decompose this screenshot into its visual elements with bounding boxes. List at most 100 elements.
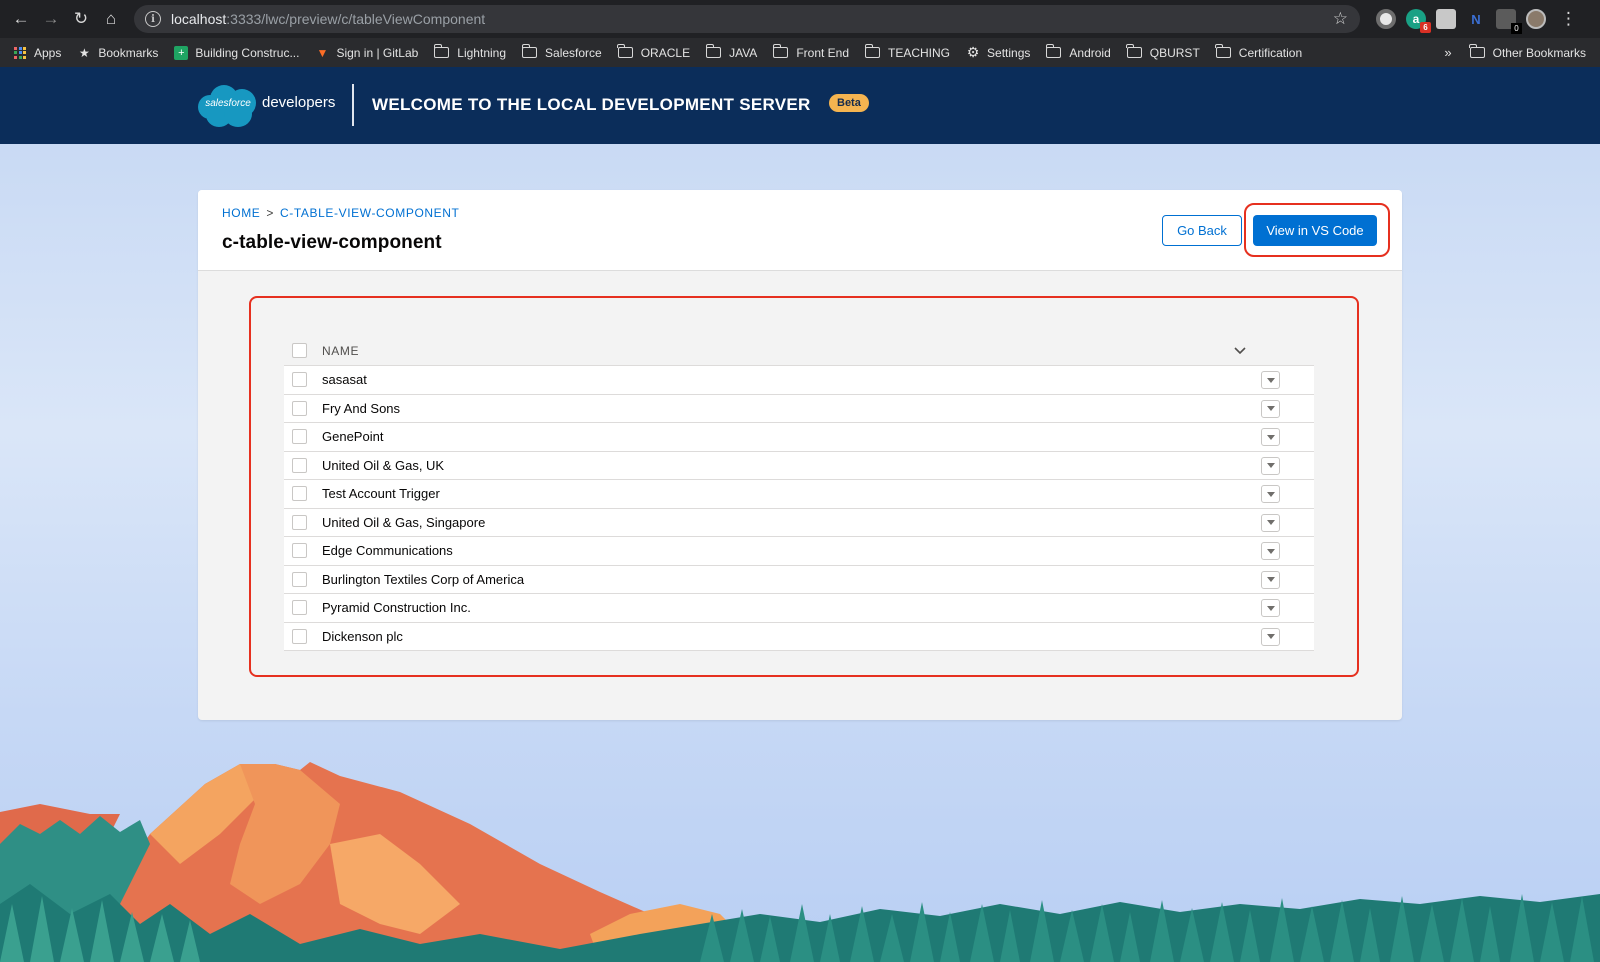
bookmark-qburst[interactable]: QBURST xyxy=(1126,44,1200,60)
reload-icon[interactable]: ↻ xyxy=(66,4,96,34)
browser-menu-icon[interactable]: ⋮ xyxy=(1560,9,1577,29)
select-all-checkbox[interactable] xyxy=(292,343,307,358)
row-action-dropdown[interactable] xyxy=(1261,599,1280,617)
bookmark-building-construction[interactable]: + Building Construc... xyxy=(174,45,300,60)
table-row[interactable]: United Oil & Gas, UK xyxy=(284,451,1314,480)
row-checkbox[interactable] xyxy=(292,543,307,559)
bookmark-label: Building Construc... xyxy=(195,45,300,60)
folder-icon xyxy=(705,44,722,58)
bookmark-settings[interactable]: ⚙ Settings xyxy=(966,44,1031,60)
folder-icon xyxy=(772,44,789,58)
breadcrumb-current-link[interactable]: C-TABLE-VIEW-COMPONENT xyxy=(280,206,459,220)
folder-icon xyxy=(1045,44,1062,58)
bookmark-android[interactable]: Android xyxy=(1045,44,1111,60)
row-action-dropdown[interactable] xyxy=(1261,456,1280,475)
apps-grid-icon xyxy=(14,46,26,59)
site-info-icon[interactable]: i xyxy=(145,11,161,27)
table-row[interactable]: Edge Communications xyxy=(284,537,1314,566)
row-checkbox[interactable] xyxy=(292,600,307,616)
table-row[interactable]: GenePoint xyxy=(284,423,1314,452)
table-row[interactable]: Pyramid Construction Inc. xyxy=(284,594,1314,623)
bookmark-front-end[interactable]: Front End xyxy=(772,44,849,60)
row-checkbox[interactable] xyxy=(292,486,307,502)
bookmark-other-bookmarks[interactable]: Other Bookmarks xyxy=(1469,44,1586,60)
bookmark-oracle[interactable]: ORACLE xyxy=(617,44,690,60)
folder-icon xyxy=(617,44,633,58)
extension-badge: 0 xyxy=(1511,23,1522,34)
row-action-dropdown[interactable] xyxy=(1261,485,1280,503)
bookmark-apps[interactable]: Apps xyxy=(14,46,61,60)
developers-label: developers xyxy=(262,94,336,111)
bookmark-teaching[interactable]: TEACHING xyxy=(864,44,950,60)
row-checkbox[interactable] xyxy=(292,457,307,473)
row-name-cell: Edge Communications xyxy=(322,543,453,559)
caret-down-icon xyxy=(1266,463,1275,468)
record-extension-icon[interactable] xyxy=(1376,9,1396,29)
bookmark-gitlab[interactable]: ▼ Sign in | GitLab xyxy=(315,45,419,60)
bookmark-bookmarks[interactable]: ★ Bookmarks xyxy=(77,46,158,60)
n-extension-icon[interactable]: N xyxy=(1466,9,1486,29)
folder-icon xyxy=(433,44,450,58)
row-checkbox[interactable] xyxy=(292,429,307,445)
bookmark-certification[interactable]: Certification xyxy=(1215,44,1302,60)
go-back-button[interactable]: Go Back xyxy=(1162,215,1242,246)
bookmarks-overflow-icon[interactable]: » xyxy=(1444,45,1451,60)
row-checkbox[interactable] xyxy=(292,571,307,587)
row-action-dropdown[interactable] xyxy=(1261,399,1280,418)
row-action-dropdown[interactable] xyxy=(1261,542,1280,560)
row-checkbox[interactable] xyxy=(292,628,307,644)
row-name-cell: United Oil & Gas, UK xyxy=(322,457,445,473)
back-arrow-icon[interactable]: ← xyxy=(6,4,36,34)
table-row[interactable]: Test Account Trigger xyxy=(284,480,1314,509)
url-host: localhost xyxy=(171,11,227,27)
view-in-vscode-button[interactable]: View in VS Code xyxy=(1253,215,1377,246)
column-header-name[interactable]: NAME xyxy=(322,344,359,358)
folder-icon xyxy=(1126,44,1142,58)
caret-down-icon xyxy=(1266,634,1275,639)
cloud-extension-icon[interactable] xyxy=(1436,9,1456,29)
bookmark-star-icon[interactable]: ☆ xyxy=(1333,9,1348,29)
row-name-cell: GenePoint xyxy=(322,429,384,445)
breadcrumb-separator: > xyxy=(266,206,275,220)
bookmarks-right: » Other Bookmarks xyxy=(1444,38,1586,67)
forward-arrow-icon[interactable]: → xyxy=(36,4,66,34)
table-row[interactable]: United Oil & Gas, Singapore xyxy=(284,508,1314,537)
row-checkbox[interactable] xyxy=(292,372,307,388)
row-action-dropdown[interactable] xyxy=(1261,627,1280,646)
table-row[interactable]: Burlington Textiles Corp of America xyxy=(284,565,1314,594)
bookmarks-bar: Apps ★ Bookmarks + Building Construc... ▼ S… xyxy=(0,38,1600,67)
profile-avatar[interactable] xyxy=(1526,9,1546,29)
bookmark-lightning[interactable]: Lightning xyxy=(433,44,507,60)
home-icon[interactable]: ⌂ xyxy=(96,4,126,34)
row-action-dropdown[interactable] xyxy=(1261,428,1280,446)
extension-badge: 6 xyxy=(1420,22,1431,33)
bookmark-label: Apps xyxy=(34,45,62,60)
grammarly-extension-icon[interactable]: a6 xyxy=(1406,9,1431,33)
address-bar[interactable]: i localhost:3333/lwc/preview/c/tableView… xyxy=(134,5,1360,33)
row-name-cell: sasasat xyxy=(322,372,367,388)
bookmark-salesforce[interactable]: Salesforce xyxy=(521,44,602,60)
row-name-cell: United Oil & Gas, Singapore xyxy=(322,514,486,530)
breadcrumb-home-link[interactable]: HOME xyxy=(222,206,260,220)
row-checkbox[interactable] xyxy=(292,514,307,530)
bookmark-label: JAVA xyxy=(729,45,758,60)
bookmark-java[interactable]: JAVA xyxy=(705,44,758,60)
caret-down-icon xyxy=(1266,605,1275,611)
table-row[interactable]: Dickenson plc xyxy=(284,622,1314,651)
chevron-down-icon[interactable] xyxy=(1233,343,1247,357)
row-action-dropdown[interactable] xyxy=(1261,513,1280,532)
row-name-cell: Dickenson plc xyxy=(322,628,403,644)
puzzle-extension-icon[interactable]: 0 xyxy=(1496,9,1522,34)
row-checkbox[interactable] xyxy=(292,400,307,416)
table-row[interactable]: Fry And Sons xyxy=(284,394,1314,423)
table-row[interactable]: sasasat xyxy=(284,366,1314,395)
bookmark-label: Sign in | GitLab xyxy=(336,45,419,60)
row-action-dropdown[interactable] xyxy=(1261,371,1280,389)
caret-down-icon xyxy=(1266,520,1275,525)
header-divider xyxy=(352,84,354,126)
row-action-dropdown[interactable] xyxy=(1261,570,1280,589)
folder-icon xyxy=(1215,44,1231,58)
bookmark-label: Lightning xyxy=(457,45,507,60)
url-text[interactable]: localhost:3333/lwc/preview/c/tableViewCo… xyxy=(171,11,485,27)
beta-badge: Beta xyxy=(829,94,869,112)
